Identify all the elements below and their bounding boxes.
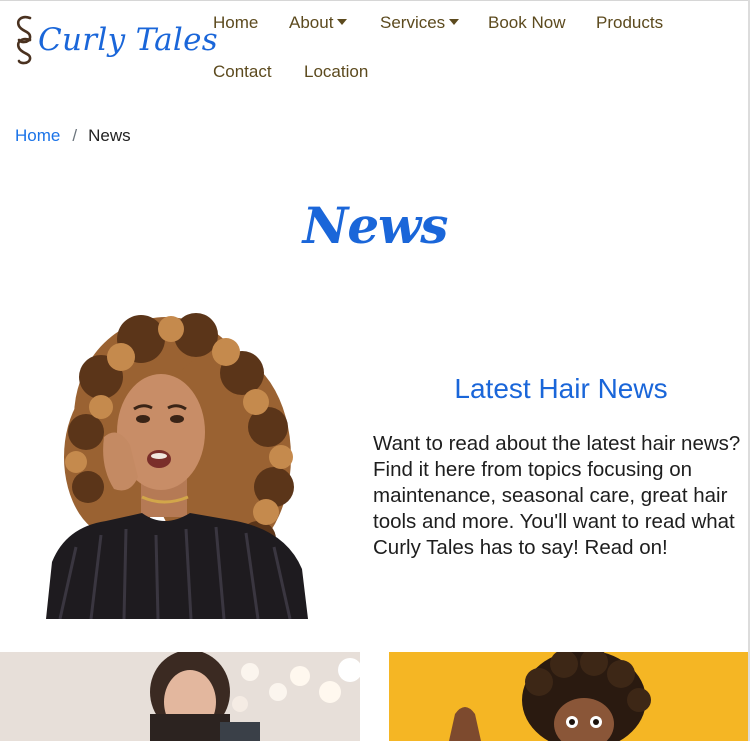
nav-location[interactable]: Location xyxy=(304,62,368,82)
nav-products[interactable]: Products xyxy=(596,13,663,33)
nav-products-label: Products xyxy=(596,13,664,32)
section-heading: Latest Hair News xyxy=(454,373,668,404)
nav-book-now[interactable]: Book Now xyxy=(488,13,565,33)
page-title: News xyxy=(302,196,449,255)
breadcrumb: Home / News xyxy=(15,126,131,146)
header-top-border xyxy=(0,0,750,1)
breadcrumb-separator: / xyxy=(72,126,78,145)
salon-woman-image xyxy=(0,652,360,741)
breadcrumb-home-link[interactable]: Home xyxy=(15,126,60,145)
hero-woman-image xyxy=(46,313,308,619)
breadcrumb-current: News xyxy=(88,126,131,145)
news-card-image-salon[interactable] xyxy=(0,652,360,741)
nav-book-now-label: Book Now xyxy=(488,13,566,32)
nav-services-label: Services xyxy=(380,13,446,32)
section-description: Want to read about the latest hair news?… xyxy=(373,432,741,559)
news-card-image-afro[interactable] xyxy=(389,652,748,741)
brand-logo[interactable]: Curly Tales xyxy=(14,14,218,66)
afro-woman-image xyxy=(389,652,748,741)
nav-home-label: Home xyxy=(213,13,259,32)
nav-contact[interactable]: Contact xyxy=(213,62,272,82)
nav-contact-label: Contact xyxy=(213,62,272,81)
nav-services[interactable]: Services xyxy=(380,13,460,33)
nav-about-label: About xyxy=(289,13,334,32)
brand-name: Curly Tales xyxy=(38,21,219,58)
nav-home[interactable]: Home xyxy=(213,13,258,33)
caret-down-icon xyxy=(449,18,460,25)
nav-about[interactable]: About xyxy=(289,13,348,33)
caret-down-icon xyxy=(337,18,348,25)
nav-location-label: Location xyxy=(304,62,369,81)
curl-logo-icon xyxy=(16,15,32,65)
